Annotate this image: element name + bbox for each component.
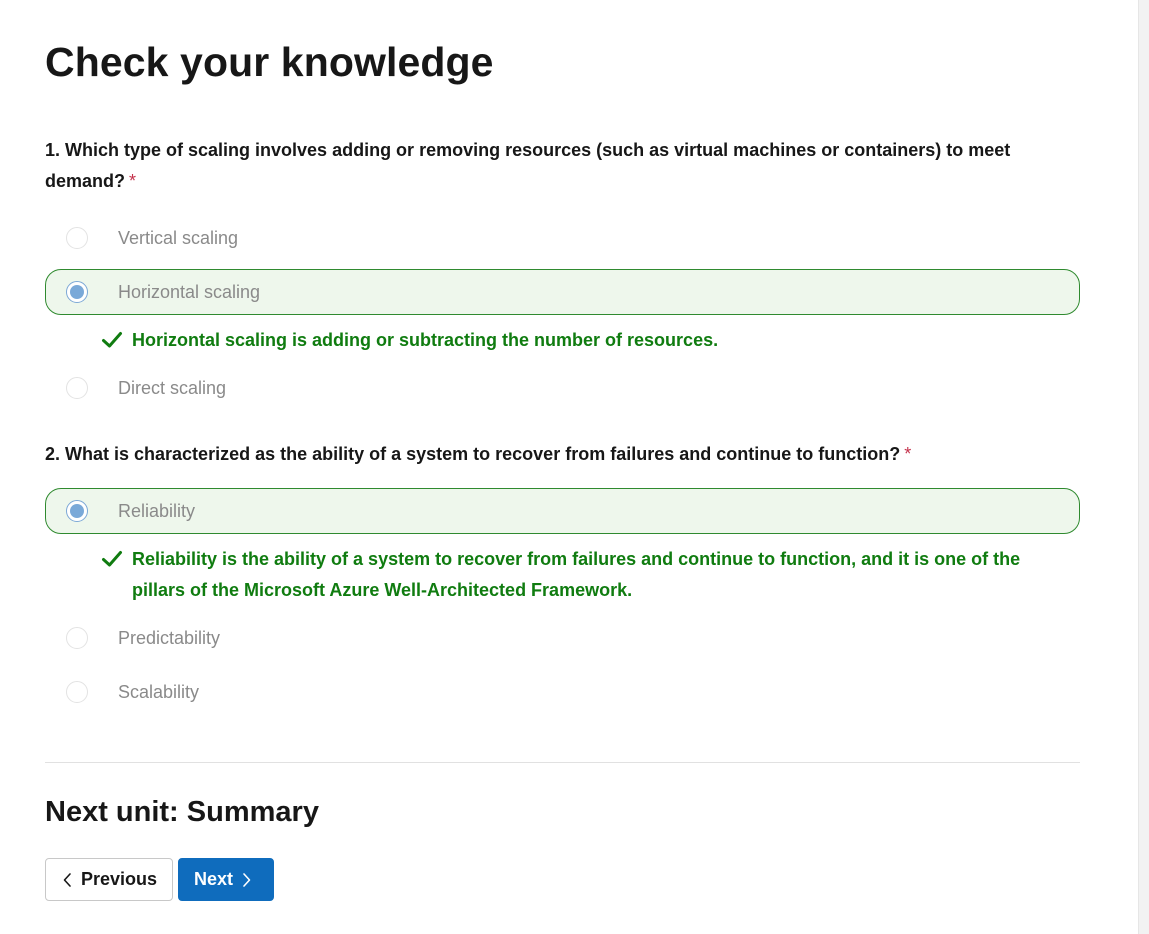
option-label: Scalability (118, 682, 200, 702)
question-1-feedback: Horizontal scaling is adding or subtract… (101, 325, 1061, 356)
question-2-text: 2. What is characterized as the ability … (45, 439, 1045, 470)
radio-button[interactable] (66, 681, 88, 703)
feedback-text: Horizontal scaling is adding or subtract… (132, 330, 719, 350)
page-title: Check your knowledge (45, 39, 494, 85)
checkmark-icon (102, 332, 122, 348)
required-marker: * (904, 444, 912, 464)
option-label: Reliability (118, 501, 196, 521)
divider (45, 762, 1080, 763)
chevron-left-icon (63, 872, 71, 887)
previous-button[interactable]: Previous (45, 858, 173, 901)
next-button-label: Next (194, 869, 234, 889)
question-2-prompt: 2. What is characterized as the ability … (45, 444, 901, 464)
feedback-text: Reliability is the ability of a system t… (132, 549, 1021, 600)
option-label: Predictability (118, 628, 221, 648)
required-marker: * (129, 171, 137, 191)
question-2-option-predictability[interactable]: Predictability (45, 615, 1080, 661)
option-label: Horizontal scaling (118, 282, 261, 302)
question-1-option-vertical-scaling[interactable]: Vertical scaling (45, 215, 1080, 261)
question-1-option-direct-scaling[interactable]: Direct scaling (45, 365, 1080, 411)
radio-button[interactable] (66, 627, 88, 649)
option-label: Vertical scaling (118, 228, 239, 248)
scrollbar-track[interactable] (1138, 0, 1149, 934)
radio-button[interactable] (66, 377, 88, 399)
next-button[interactable]: Next (178, 858, 274, 901)
question-2-option-reliability[interactable]: Reliability (45, 488, 1080, 534)
next-unit-heading: Next unit: Summary (45, 796, 319, 828)
radio-button-selected[interactable] (66, 281, 88, 303)
radio-button-selected[interactable] (66, 500, 88, 522)
chevron-right-icon (243, 872, 251, 887)
question-2-feedback: Reliability is the ability of a system t… (101, 544, 1061, 606)
question-1-prompt: 1. Which type of scaling involves adding… (45, 140, 1011, 191)
page: Check your knowledge 1. Which type of sc… (0, 0, 1149, 934)
question-2-option-scalability[interactable]: Scalability (45, 669, 1080, 715)
question-1-option-horizontal-scaling[interactable]: Horizontal scaling (45, 269, 1080, 315)
radio-button[interactable] (66, 227, 88, 249)
question-1-text: 1. Which type of scaling involves adding… (45, 135, 1045, 197)
checkmark-icon (102, 551, 122, 567)
option-label: Direct scaling (118, 378, 227, 398)
previous-button-label: Previous (81, 869, 158, 889)
